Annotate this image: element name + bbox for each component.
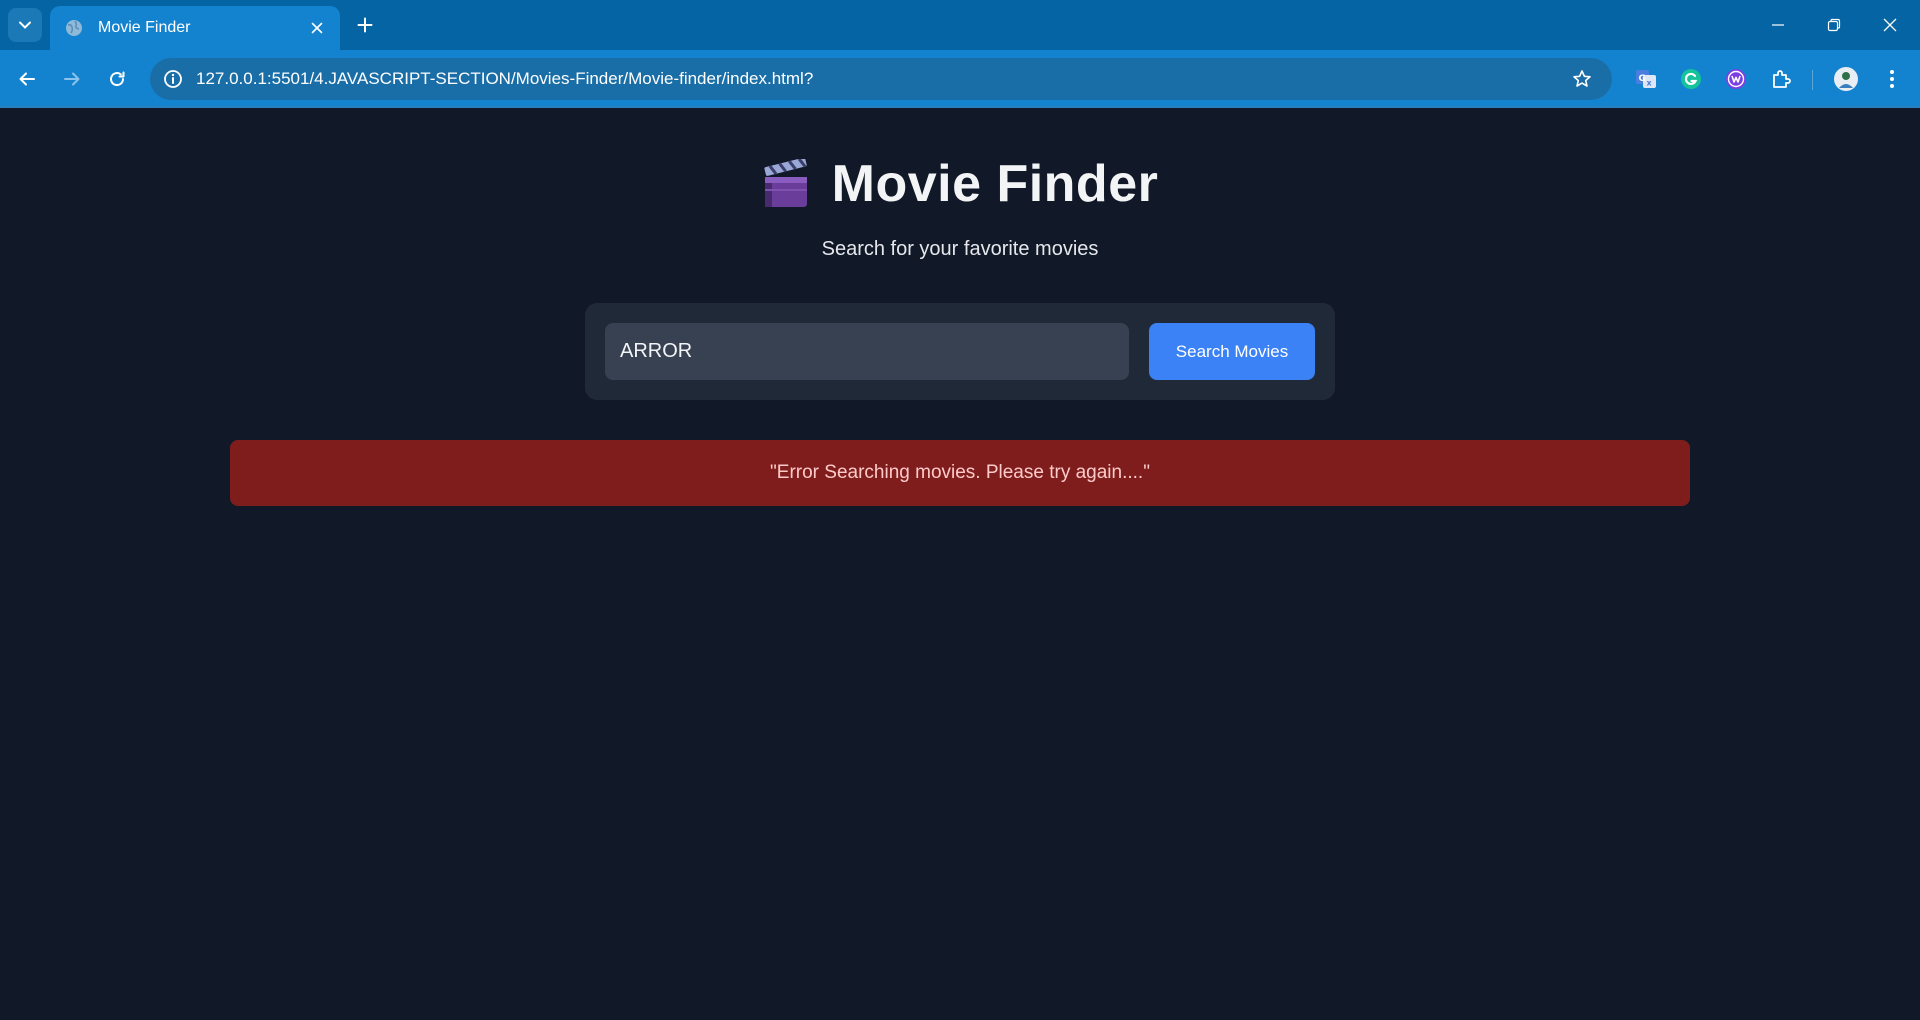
plus-icon [357,17,373,33]
google-translate-icon: G x [1636,70,1656,88]
address-url[interactable]: 127.0.0.1:5501/4.JAVASCRIPT-SECTION/Movi… [194,69,1560,89]
info-icon [164,70,182,88]
tab-close-button[interactable] [306,17,328,39]
more-vertical-icon [1890,70,1894,88]
restore-button[interactable] [1806,0,1862,50]
error-banner: "Error Searching movies. Please try agai… [230,440,1690,506]
page-subtitle: Search for your favorite movies [821,238,1099,260]
search-input[interactable]: ARROR [605,323,1129,380]
minimize-icon [1772,24,1784,26]
browser-toolbar: 127.0.0.1:5501/4.JAVASCRIPT-SECTION/Movi… [0,50,1920,108]
site-info-button[interactable] [152,58,194,100]
forward-button[interactable] [54,61,90,97]
profile-button[interactable] [1830,63,1862,95]
close-icon [1883,18,1897,32]
browser-menu-button[interactable] [1876,63,1908,95]
close-window-button[interactable] [1862,0,1918,50]
restore-icon [1827,18,1841,32]
toolbar-separator [1812,70,1813,90]
globe-icon [66,20,82,36]
search-button[interactable]: Search Movies [1149,323,1315,380]
avatar [1834,67,1858,91]
svg-text:x: x [1647,79,1653,88]
page-title: Movie Finder [831,155,1159,213]
back-button[interactable] [9,61,45,97]
tab-title: Movie Finder [98,19,191,36]
reload-icon [110,71,125,87]
browser-tab-bar: Movie Finder [0,0,1920,50]
tab-search-button[interactable] [8,8,42,42]
new-tab-button[interactable] [350,10,380,40]
error-message: "Error Searching movies. Please try agai… [770,462,1150,483]
grammarly-extension[interactable] [1675,63,1707,95]
address-bar[interactable]: 127.0.0.1:5501/4.JAVASCRIPT-SECTION/Movi… [150,58,1612,100]
page-header: Movie Finder [0,154,1920,214]
minimize-button[interactable] [1750,0,1806,50]
clapperboard-icon [764,159,807,207]
search-panel: ARROR Search Movies [585,303,1335,400]
arrow-right-icon [64,72,80,86]
extensions-button[interactable] [1765,63,1797,95]
close-icon [311,22,323,34]
reload-button[interactable] [99,61,135,97]
arrow-left-icon [19,72,35,86]
extension-w-icon [1726,69,1746,89]
grammarly-icon [1681,69,1701,89]
browser-tab[interactable]: Movie Finder [50,6,340,50]
bookmark-button[interactable] [1560,58,1604,100]
page-content: Movie Finder Search for your favorite mo… [0,110,1920,1020]
star-icon [1573,70,1591,87]
w-extension[interactable] [1720,63,1752,95]
chevron-down-icon [19,21,31,29]
svg-text:G: G [1639,74,1646,84]
google-translate-extension[interactable]: G x [1630,63,1662,95]
puzzle-icon [1773,70,1791,88]
